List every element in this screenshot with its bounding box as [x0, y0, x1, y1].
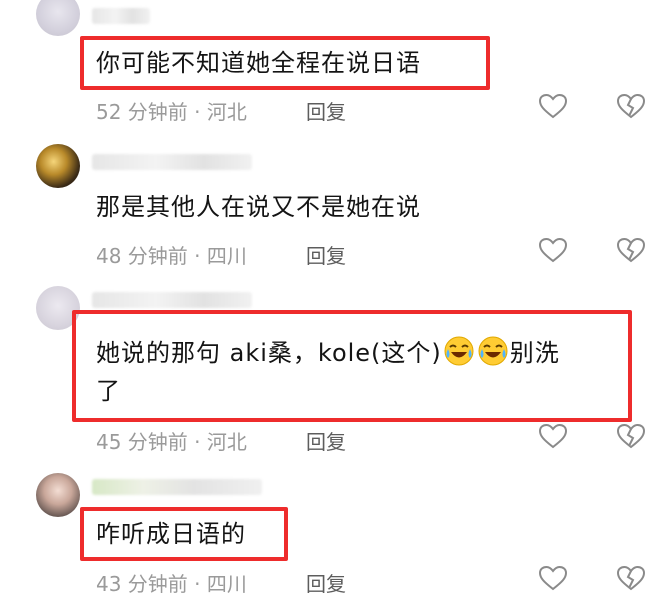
username-blurred[interactable]	[92, 479, 262, 495]
comment-text-part: 别洗	[509, 339, 560, 367]
heart-icon[interactable]	[538, 564, 568, 592]
username-blurred[interactable]	[92, 8, 150, 24]
reply-button[interactable]: 回复	[306, 240, 346, 269]
heart-icon[interactable]	[538, 92, 568, 120]
comment-text: 那是其他人在说又不是她在说	[96, 193, 421, 221]
reply-button[interactable]: 回复	[306, 96, 346, 125]
comment-location: 四川	[206, 572, 247, 596]
broken-heart-icon[interactable]	[616, 564, 646, 592]
comment-meta: 48 分钟前 · 四川	[96, 240, 247, 269]
comment-time: 48 分钟前	[96, 244, 188, 268]
meta-separator: ·	[194, 430, 201, 454]
comment-text: 咋听成日语的	[96, 520, 246, 548]
avatar[interactable]	[36, 144, 80, 188]
avatar[interactable]	[36, 0, 80, 36]
broken-heart-icon[interactable]	[616, 422, 646, 450]
comment-time: 52 分钟前	[96, 100, 188, 124]
broken-heart-icon[interactable]	[616, 92, 646, 120]
meta-separator: ·	[194, 100, 201, 124]
comment-text-part: 她说的那句 aki桑，kole(这个)	[96, 339, 442, 367]
comment-meta: 43 分钟前 · 四川	[96, 568, 247, 597]
username-blurred[interactable]	[92, 292, 252, 308]
comment-time: 43 分钟前	[96, 572, 188, 596]
comment-location: 四川	[206, 244, 247, 268]
broken-heart-icon[interactable]	[616, 236, 646, 264]
comment-text-line2: 了	[96, 377, 121, 405]
username-blurred[interactable]	[92, 154, 252, 170]
comment-time: 45 分钟前	[96, 430, 188, 454]
comment-location: 河北	[206, 100, 247, 124]
heart-icon[interactable]	[538, 422, 568, 450]
comment-text: 她说的那句 aki桑，kole(这个) 别洗	[96, 334, 560, 372]
comment-location: 河北	[206, 430, 247, 454]
avatar[interactable]	[36, 473, 80, 517]
meta-separator: ·	[194, 244, 201, 268]
comment-meta: 45 分钟前 · 河北	[96, 426, 247, 455]
heart-icon[interactable]	[538, 236, 568, 264]
laughing-crying-emoji-icon	[444, 336, 474, 366]
reply-button[interactable]: 回复	[306, 426, 346, 455]
comment-text: 你可能不知道她全程在说日语	[96, 49, 421, 77]
reply-button[interactable]: 回复	[306, 568, 346, 597]
meta-separator: ·	[194, 572, 201, 596]
laughing-crying-emoji-icon	[478, 336, 508, 366]
comment-meta: 52 分钟前 · 河北	[96, 96, 247, 125]
